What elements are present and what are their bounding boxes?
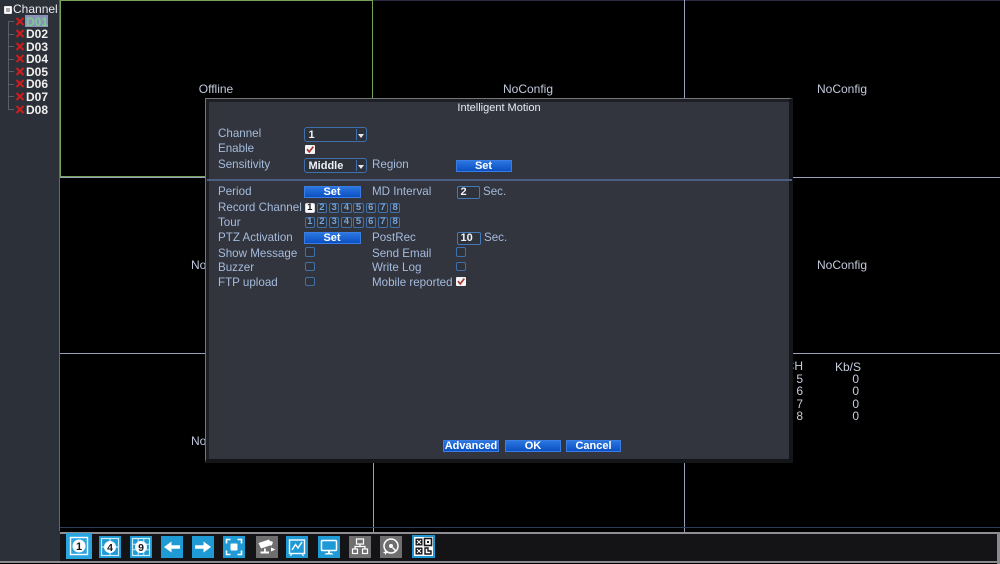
svg-text:1: 1 — [76, 541, 82, 553]
svg-text:9: 9 — [138, 542, 144, 554]
svg-text:4: 4 — [107, 542, 113, 554]
